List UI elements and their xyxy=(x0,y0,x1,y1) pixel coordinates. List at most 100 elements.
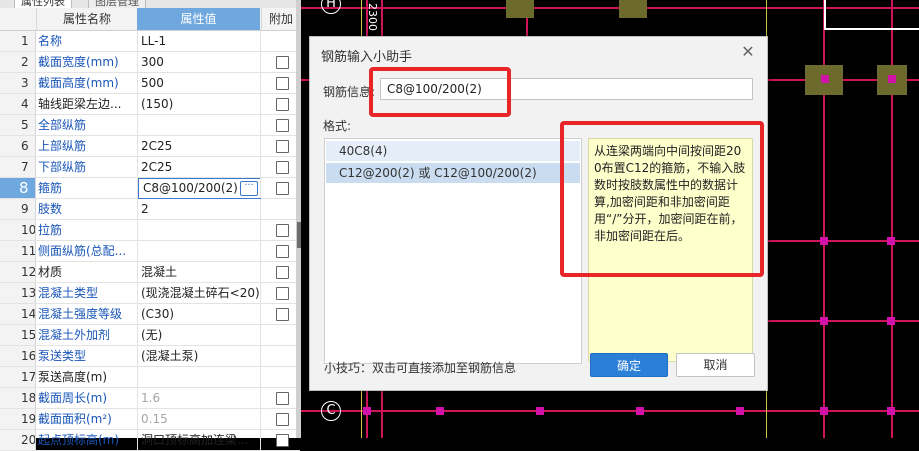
property-value[interactable]: (现浇混凝土碎石<20) xyxy=(141,283,259,303)
axis-bubble-top[interactable]: H xyxy=(321,0,341,14)
column-divider xyxy=(260,367,261,387)
property-value[interactable]: (无) xyxy=(141,325,259,345)
property-value[interactable]: (C30) xyxy=(141,304,259,324)
highlight-box-description xyxy=(560,121,764,277)
column-divider xyxy=(260,220,261,240)
property-name: 拉筋 xyxy=(38,223,63,237)
column-divider xyxy=(260,52,261,72)
table-row[interactable]: 20 起点顶标高(m) 洞口顶标高加连梁... xyxy=(0,430,300,451)
column-divider xyxy=(137,157,138,177)
grid-node xyxy=(888,75,896,83)
table-row[interactable]: 11 侧面纵筋(总配... xyxy=(0,241,300,262)
column-header-extra[interactable]: 附加 xyxy=(261,8,300,30)
table-row[interactable]: 9 肢数 2 xyxy=(0,199,300,220)
table-row[interactable]: 12 材质 混凝土 xyxy=(0,262,300,283)
property-name: 全部纵筋 xyxy=(38,118,87,132)
property-name: 混凝土类型 xyxy=(38,286,99,300)
ok-button[interactable]: 确定 xyxy=(590,353,668,377)
axis-bubble-bottom[interactable]: C xyxy=(321,401,341,421)
property-value[interactable] xyxy=(141,367,259,387)
property-value[interactable]: 1.6 xyxy=(141,388,259,408)
extra-checkbox[interactable] xyxy=(276,392,289,405)
column-divider xyxy=(137,31,138,51)
table-row[interactable]: 16 泵送类型 (混凝土泵) xyxy=(0,346,300,367)
property-name: 材质 xyxy=(38,265,63,279)
grid-node xyxy=(887,317,895,325)
table-row[interactable]: 14 混凝土强度等级 (C30) xyxy=(0,304,300,325)
property-value[interactable] xyxy=(141,115,259,135)
table-row[interactable]: 7 下部纵筋 2C25 xyxy=(0,157,300,178)
column-divider xyxy=(137,94,138,114)
extra-checkbox[interactable] xyxy=(276,182,289,195)
column-header-value[interactable]: 属性值 xyxy=(137,8,260,30)
extra-checkbox[interactable] xyxy=(276,434,289,447)
property-name: 泵送高度(m) xyxy=(38,370,108,384)
property-value[interactable]: 0.15 xyxy=(141,409,259,429)
column-divider xyxy=(137,430,138,450)
column-divider xyxy=(137,304,138,324)
property-name: 下部纵筋 xyxy=(38,160,87,174)
extra-checkbox[interactable] xyxy=(276,245,289,258)
column-divider xyxy=(137,409,138,429)
extra-checkbox[interactable] xyxy=(276,161,289,174)
table-row[interactable]: 18 截面周长(m) 1.6 xyxy=(0,388,300,409)
column-divider xyxy=(260,283,261,303)
column-header-name[interactable]: 属性名称 xyxy=(36,8,137,30)
row-number: 5 xyxy=(0,115,36,135)
column-divider xyxy=(260,325,261,345)
extra-checkbox[interactable] xyxy=(276,119,289,132)
format-list[interactable]: 40C8(4) C12@200(2) 或 C12@100/200(2) xyxy=(324,138,582,364)
table-row[interactable]: 17 泵送高度(m) xyxy=(0,367,300,388)
extra-checkbox[interactable] xyxy=(276,308,289,321)
column-divider xyxy=(260,94,261,114)
property-value[interactable]: 2 xyxy=(141,199,259,219)
table-row[interactable]: 3 截面高度(mm) 500 xyxy=(0,73,300,94)
property-value[interactable]: 300 xyxy=(141,52,259,72)
table-row[interactable]: 6 上部纵筋 2C25 xyxy=(0,136,300,157)
table-row[interactable]: 13 混凝土类型 (现浇混凝土碎石<20) xyxy=(0,283,300,304)
table-row[interactable]: 1 名称 LL-1 xyxy=(0,31,300,52)
property-value[interactable]: (混凝土泵) xyxy=(141,346,259,366)
format-item[interactable]: 40C8(4) xyxy=(326,141,580,161)
table-row[interactable]: 4 轴线距梁左边... (150) xyxy=(0,94,300,115)
table-row[interactable]: 5 全部纵筋 xyxy=(0,115,300,136)
property-value[interactable]: 2C25 xyxy=(141,136,259,156)
close-icon[interactable]: ✕ xyxy=(739,43,757,61)
extra-checkbox[interactable] xyxy=(276,140,289,153)
table-row[interactable]: 8 箍筋 C8@100/200(2) ··· xyxy=(0,178,300,199)
column-divider xyxy=(260,115,261,135)
column-divider xyxy=(260,199,261,219)
property-value-editor[interactable]: C8@100/200(2) ··· xyxy=(138,178,261,199)
column-divider xyxy=(260,178,261,198)
extra-checkbox[interactable] xyxy=(276,224,289,237)
extra-checkbox[interactable] xyxy=(276,98,289,111)
table-row[interactable]: 19 截面面积(m²) 0.15 xyxy=(0,409,300,430)
property-value[interactable] xyxy=(141,220,259,240)
property-value[interactable]: 500 xyxy=(141,73,259,93)
extra-checkbox[interactable] xyxy=(276,413,289,426)
column-divider xyxy=(137,199,138,219)
grid-node xyxy=(821,75,829,83)
extra-checkbox[interactable] xyxy=(276,287,289,300)
row-number: 16 xyxy=(0,346,36,366)
extra-checkbox[interactable] xyxy=(276,266,289,279)
grid-node xyxy=(636,407,644,415)
row-number: 12 xyxy=(0,262,36,282)
property-table-header: 属性名称 属性值 附加 xyxy=(0,8,300,31)
property-value[interactable]: 洞口顶标高加连梁... xyxy=(141,430,259,450)
table-row[interactable]: 10 拉筋 xyxy=(0,220,300,241)
format-item-selected[interactable]: C12@200(2) 或 C12@100/200(2) xyxy=(326,163,580,183)
cancel-button[interactable]: 取消 xyxy=(676,353,755,377)
property-value[interactable]: LL-1 xyxy=(141,31,259,51)
property-value[interactable]: (150) xyxy=(141,94,259,114)
property-value[interactable]: 混凝土 xyxy=(141,262,259,282)
row-number: 9 xyxy=(0,199,36,219)
selected-outline xyxy=(824,0,919,30)
table-row[interactable]: 2 截面宽度(mm) 300 xyxy=(0,52,300,73)
property-value[interactable]: 2C25 xyxy=(141,157,259,177)
property-value[interactable] xyxy=(141,241,259,261)
extra-checkbox[interactable] xyxy=(276,77,289,90)
table-row[interactable]: 15 混凝土外加剂 (无) xyxy=(0,325,300,346)
extra-checkbox[interactable] xyxy=(276,56,289,69)
ellipsis-icon[interactable]: ··· xyxy=(240,181,258,196)
